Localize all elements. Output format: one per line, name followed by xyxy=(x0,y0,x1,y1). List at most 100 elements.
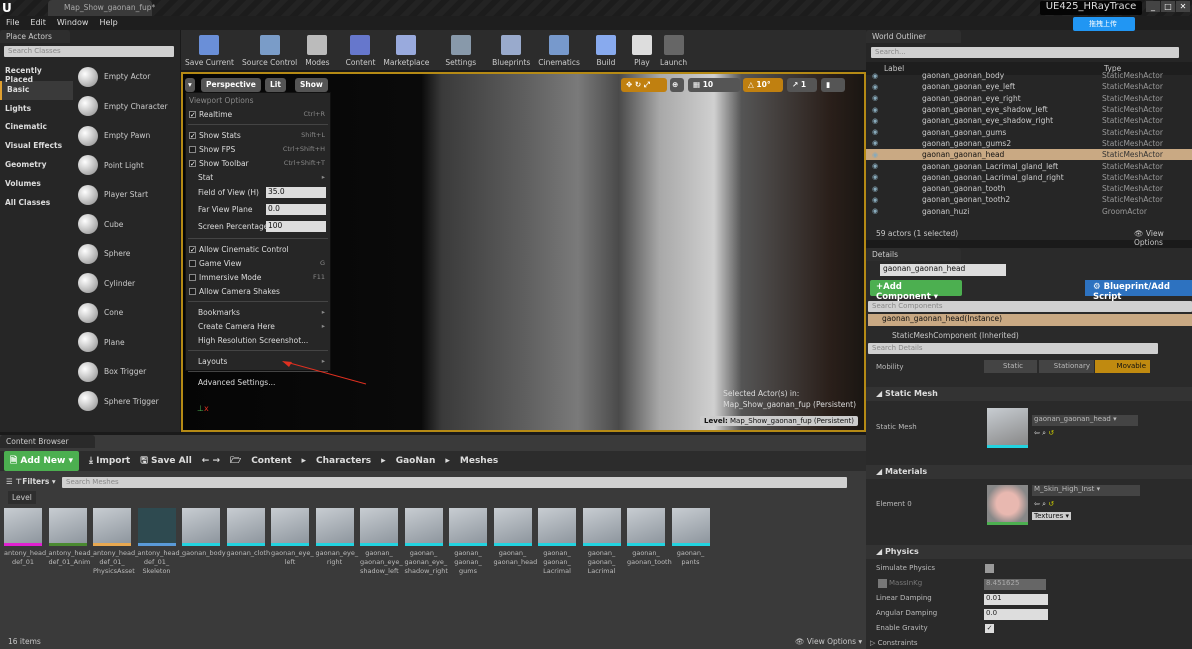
asset-tile[interactable]: gaonan_body xyxy=(182,508,226,576)
toolbar-button[interactable]: Build xyxy=(592,30,620,70)
visibility-eye-icon[interactable]: ◉ xyxy=(872,173,882,181)
show-button[interactable]: Show xyxy=(295,78,328,92)
breadcrumb-content[interactable]: Content xyxy=(251,456,291,466)
actor-item[interactable]: Cylinder xyxy=(75,269,178,299)
search-components-input[interactable]: Search Components xyxy=(868,301,1192,312)
history-arrows-icon[interactable]: ← → xyxy=(202,456,220,466)
outliner-row[interactable]: ◉ gaonan_gaonan_gums StaticMeshActor xyxy=(866,126,1192,137)
visibility-eye-icon[interactable]: ◉ xyxy=(872,151,882,159)
section-static-mesh[interactable]: ◢ Static Mesh xyxy=(866,387,1192,401)
checkbox[interactable] xyxy=(189,259,196,267)
search-details-input[interactable]: Search Details xyxy=(868,343,1158,354)
visibility-eye-icon[interactable]: ◉ xyxy=(872,139,882,147)
scale-snap-button[interactable]: ↗ 1 xyxy=(787,78,817,92)
import-button[interactable]: ⤓ Import xyxy=(89,456,130,466)
visibility-eye-icon[interactable]: ◉ xyxy=(872,128,882,136)
outliner-row[interactable]: ◉ gaonan_gaonan_body StaticMeshActor xyxy=(866,70,1192,81)
actor-item[interactable]: Empty Pawn xyxy=(75,121,178,151)
visibility-eye-icon[interactable]: ◉ xyxy=(872,185,882,193)
menu-game-view[interactable]: Game View G xyxy=(186,256,330,270)
menu-camera-shakes[interactable]: Allow Camera Shakes xyxy=(186,284,330,298)
menu-show-toolbar[interactable]: ✓ Show Toolbar Ctrl+Shift+T xyxy=(186,156,330,170)
toolbar-button[interactable]: Blueprints xyxy=(488,30,534,70)
menu-immersive[interactable]: Immersive Mode F11 xyxy=(186,270,330,284)
outliner-row[interactable]: ◉ gaonan_gaonan_Lacrimal_gland_right Stati… xyxy=(866,172,1192,183)
asset-action-icons[interactable]: ⇦ ⌕ ↺ xyxy=(1034,429,1054,438)
menu-allow-cinematic[interactable]: ✓ Allow Cinematic Control xyxy=(186,242,330,256)
outliner-row[interactable]: ◉ gaonan_gaonan_eye_shadow_left StaticMesh… xyxy=(866,104,1192,115)
asset-tile[interactable]: gaonan_ gaonan_eye_ shadow_left xyxy=(360,508,403,576)
asset-tile[interactable]: gaonan_ gaonan_eye_ shadow_right xyxy=(404,508,448,576)
asset-tile[interactable]: gaonan_ gaonan_ Lacrimal xyxy=(582,508,621,576)
menu-hires-screenshot[interactable]: High Resolution Screenshot... xyxy=(186,333,330,347)
blueprint-add-script-button[interactable]: ⚙ Blueprint/Add Script xyxy=(1085,280,1192,302)
perspective-button[interactable]: Perspective xyxy=(201,78,261,92)
actor-item[interactable]: Sphere xyxy=(75,239,178,269)
material-thumbnail[interactable] xyxy=(987,485,1028,525)
menu-show-stats[interactable]: ✓ Show Stats Shift+L xyxy=(186,128,330,142)
search-meshes-input[interactable]: Search Meshes xyxy=(62,477,847,488)
menu-help[interactable]: Help xyxy=(99,16,117,30)
close-button[interactable]: ✕ xyxy=(1176,1,1190,12)
lit-button[interactable]: Lit xyxy=(265,78,286,92)
category-item[interactable]: Recently Placed xyxy=(0,62,73,84)
visibility-eye-icon[interactable]: ◉ xyxy=(872,106,882,114)
menu-create-camera[interactable]: Create Camera Here ▸ xyxy=(186,319,330,333)
tab-world-outliner[interactable]: World Outliner xyxy=(866,30,961,43)
actor-item[interactable]: Plane xyxy=(75,328,178,358)
actor-item[interactable]: Empty Character xyxy=(75,92,178,122)
asset-tile[interactable]: antony_head_ def_01 xyxy=(4,508,49,576)
map-tab[interactable]: Map_Show_gaonan_fup* xyxy=(48,0,155,16)
grid-snap-button[interactable]: ▦ 10 xyxy=(688,78,740,92)
add-new-button[interactable]: 🗎 Add New ▾ xyxy=(4,451,79,471)
maximize-button[interactable]: □ xyxy=(1161,1,1175,12)
simulate-physics-checkbox[interactable] xyxy=(985,564,994,573)
outliner-row[interactable]: ◉ gaonan_huzi GroomActor xyxy=(866,206,1192,216)
category-item[interactable]: Volumes xyxy=(0,175,73,194)
world-local-icon[interactable]: ⊕ xyxy=(670,78,684,92)
asset-tile[interactable]: gaonan_eye_ right xyxy=(315,508,358,576)
section-physics[interactable]: ◢ Physics xyxy=(866,545,1192,559)
far-plane-input[interactable]: 0.0 xyxy=(266,204,326,215)
category-item[interactable]: All Classes xyxy=(0,194,73,213)
asset-tile[interactable]: gaonan_ gaonan_ Lacrimal xyxy=(538,508,576,576)
visibility-eye-icon[interactable]: ◉ xyxy=(872,94,882,102)
category-item[interactable]: Cinematic xyxy=(0,118,73,137)
upload-button[interactable]: 拖拽上传 xyxy=(1073,17,1135,31)
tab-place-actors[interactable]: Place Actors xyxy=(0,30,70,43)
breadcrumb-meshes[interactable]: Meshes xyxy=(460,456,498,466)
angular-damping-input[interactable]: 0.0 xyxy=(984,609,1048,620)
component-inherited-row[interactable]: StaticMeshComponent (Inherited) xyxy=(892,331,1019,340)
linear-damping-input[interactable]: 0.01 xyxy=(984,594,1048,605)
actor-item[interactable]: Cube xyxy=(75,210,178,240)
toolbar-button[interactable]: Marketplace xyxy=(379,30,433,70)
mobility-movable[interactable]: Movable xyxy=(1095,360,1150,373)
asset-tile[interactable]: gaonan_ gaonan_tooth xyxy=(627,508,672,576)
menu-realtime[interactable]: ✓ Realtime Ctrl+R xyxy=(186,107,330,121)
checkbox-checked[interactable]: ✓ xyxy=(189,159,196,167)
menu-edit[interactable]: Edit xyxy=(30,16,46,30)
outliner-row[interactable]: ◉ gaonan_gaonan_tooth2 StaticMeshActor xyxy=(866,194,1192,205)
material-dropdown[interactable]: M_Skin_High_Inst ▾ xyxy=(1032,485,1140,496)
category-item[interactable]: Geometry xyxy=(0,156,73,175)
mobility-stationary[interactable]: Stationary xyxy=(1039,360,1094,373)
minimize-button[interactable]: _ xyxy=(1146,1,1160,12)
component-instance-row[interactable]: gaonan_gaonan_head(Instance) xyxy=(868,314,1192,326)
visibility-eye-icon[interactable]: ◉ xyxy=(872,207,882,215)
toolbar-button[interactable]: Settings xyxy=(441,30,480,70)
asset-tile[interactable]: antony_head_ def_01_Anim xyxy=(48,508,94,576)
outliner-row[interactable]: ◉ gaonan_gaonan_Lacrimal_gland_left Static… xyxy=(866,160,1192,171)
mobility-static[interactable]: Static xyxy=(984,360,1037,373)
visibility-eye-icon[interactable]: ◉ xyxy=(872,72,882,80)
checkbox-checked[interactable]: ✓ xyxy=(189,110,196,118)
toolbar-button[interactable]: Play xyxy=(628,30,656,70)
outliner-row[interactable]: ◉ gaonan_gaonan_gums2 StaticMeshActor xyxy=(866,138,1192,149)
asset-tile[interactable]: gaonan_eye_ left xyxy=(271,508,314,576)
toolbar-button[interactable]: Content xyxy=(342,30,380,70)
visibility-eye-icon[interactable]: ◉ xyxy=(872,196,882,204)
mass-input[interactable]: 8.451625 xyxy=(984,579,1046,590)
outliner-row[interactable]: ◉ gaonan_gaonan_eye_left StaticMeshActor xyxy=(866,81,1192,92)
tab-content-browser[interactable]: Content Browser xyxy=(0,435,95,448)
menu-file[interactable]: File xyxy=(6,16,19,30)
asset-tile[interactable]: gaonan_ gaonan_head xyxy=(493,508,537,576)
